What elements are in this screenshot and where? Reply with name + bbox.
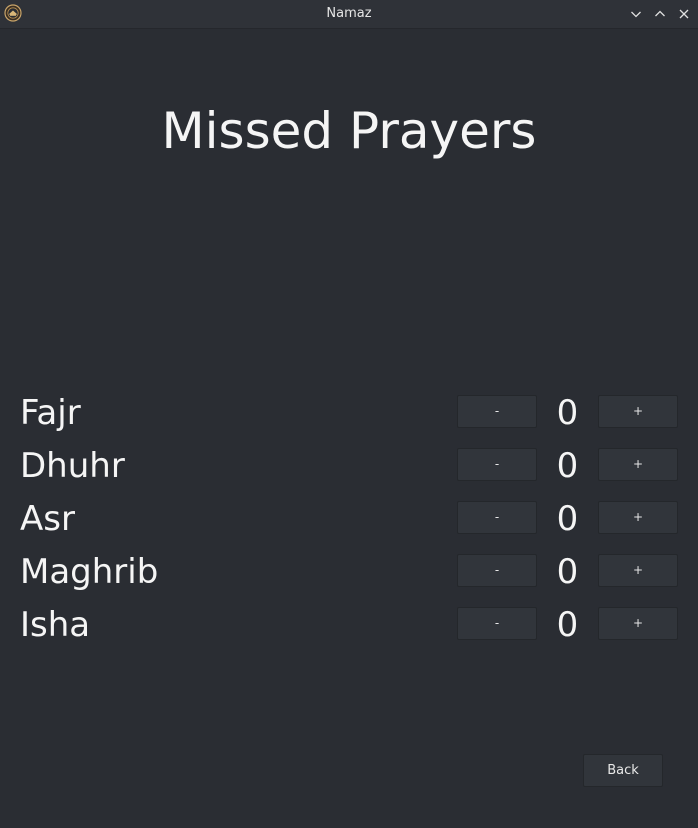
maghrib-count: 0 (556, 552, 579, 592)
decrement-dhuhr-button[interactable]: - (457, 448, 537, 481)
prayer-row-fajr: Fajr - 0 + (0, 393, 698, 434)
prayer-row-dhuhr: Dhuhr - 0 + (0, 446, 698, 487)
maximize-button[interactable] (651, 5, 669, 23)
back-button[interactable]: Back (583, 754, 663, 787)
decrement-asr-button[interactable]: - (457, 501, 537, 534)
decrement-isha-button[interactable]: - (457, 607, 537, 640)
increment-fajr-button[interactable]: + (598, 395, 678, 428)
title-bar[interactable]: Namaz (0, 0, 698, 29)
page-title: Missed Prayers (161, 102, 537, 160)
dhuhr-count: 0 (556, 446, 579, 486)
decrement-fajr-button[interactable]: - (457, 395, 537, 428)
increment-isha-button[interactable]: + (598, 607, 678, 640)
prayer-row-asr: Asr - 0 + (0, 499, 698, 540)
prayer-name: Fajr (20, 393, 81, 433)
prayer-name: Maghrib (20, 552, 159, 592)
increment-maghrib-button[interactable]: + (598, 554, 678, 587)
prayer-row-maghrib: Maghrib - 0 + (0, 552, 698, 593)
asr-count: 0 (556, 499, 579, 539)
close-icon (679, 9, 689, 19)
app-window: Namaz Missed Prayers Fajr - 0 + Dhuhr - … (0, 0, 698, 828)
chevron-down-icon (631, 11, 641, 18)
close-button[interactable] (675, 5, 693, 23)
isha-count: 0 (556, 605, 579, 645)
chevron-up-icon (655, 10, 665, 17)
decrement-maghrib-button[interactable]: - (457, 554, 537, 587)
window-title: Namaz (326, 6, 372, 21)
minimize-button[interactable] (627, 5, 645, 23)
fajr-count: 0 (556, 393, 579, 433)
prayer-name: Dhuhr (20, 446, 125, 486)
increment-asr-button[interactable]: + (598, 501, 678, 534)
prayer-row-isha: Isha - 0 + (0, 605, 698, 646)
increment-dhuhr-button[interactable]: + (598, 448, 678, 481)
prayer-name: Asr (20, 499, 75, 539)
prayer-name: Isha (20, 605, 91, 645)
